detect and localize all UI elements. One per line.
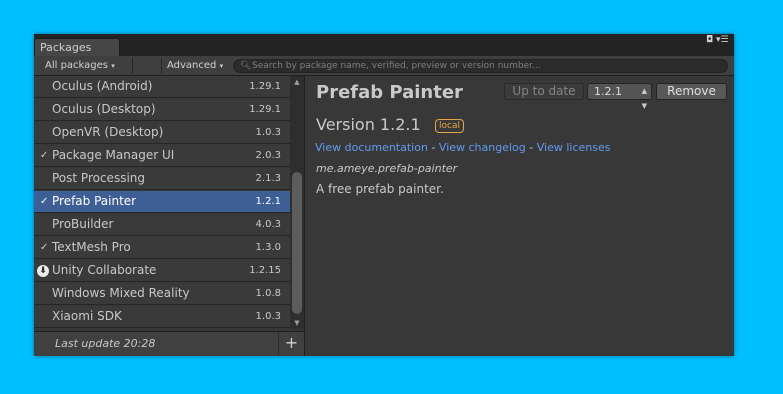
package-name: ProBuilder: [52, 217, 114, 231]
local-badge: local: [435, 119, 464, 133]
package-version: 1.0.3: [255, 311, 281, 322]
scroll-down-icon[interactable]: ▼: [290, 317, 304, 329]
version-select-value: 1.2.1: [594, 85, 622, 98]
add-package-button[interactable]: +: [278, 332, 304, 356]
package-version: 1.2.15: [249, 265, 281, 276]
package-list-scrollbar[interactable]: ▲ ▼: [290, 76, 304, 329]
search-icon: 🔍︎: [240, 61, 252, 71]
package-version: 2.0.3: [255, 150, 281, 161]
package-row[interactable]: ✓ TextMesh Pro 1.3.0: [34, 237, 290, 259]
package-name: Windows Mixed Reality: [52, 286, 190, 300]
package-version: 2.1.3: [255, 173, 281, 184]
up-to-date-button: Up to date: [504, 83, 584, 100]
package-version: 1.2.1: [255, 196, 281, 207]
toolbar-separator: [132, 58, 133, 74]
package-title: Prefab Painter: [316, 82, 463, 103]
package-details: Prefab Painter Up to date 1.2.1 ▲ ▼ Remov…: [305, 76, 734, 356]
package-list: Oculus (Android) 1.29.1 Oculus (Desktop)…: [34, 76, 290, 329]
chevron-down-icon: ▾: [219, 62, 224, 70]
package-row[interactable]: Oculus (Android) 1.29.1: [34, 76, 290, 98]
package-name: Post Processing: [52, 171, 145, 185]
version-select[interactable]: 1.2.1 ▲ ▼: [587, 83, 652, 110]
package-row[interactable]: Oculus (Desktop) 1.29.1: [34, 99, 290, 121]
toolbar: All packages ▾ Advanced ▾ 🔍︎: [34, 56, 734, 76]
package-description: A free prefab painter.: [316, 182, 444, 196]
package-row-selected[interactable]: ✓ Prefab Painter 1.2.1: [34, 191, 290, 213]
package-links: View documentation - View changelog - Vi…: [315, 141, 610, 154]
link-separator: -: [529, 141, 534, 154]
package-name: Oculus (Desktop): [52, 102, 156, 116]
stepper-arrows-icon: ▲ ▼: [641, 87, 647, 110]
link-separator: -: [431, 141, 436, 154]
package-name: TextMesh Pro: [52, 240, 131, 254]
package-id: me.ameye.prefab-painter: [316, 162, 458, 175]
scroll-thumb[interactable]: [292, 172, 302, 314]
toolbar-separator: [161, 58, 162, 74]
package-name: Package Manager UI: [52, 148, 175, 162]
download-icon: ⬇: [37, 265, 49, 277]
package-name: Xiaomi SDK: [52, 309, 122, 323]
advanced-dropdown-label: Advanced: [167, 60, 217, 71]
package-row[interactable]: ProBuilder 4.0.3: [34, 214, 290, 236]
package-name: Prefab Painter: [52, 194, 137, 208]
package-manager-window: Packages ◘ ▾☰ All packages ▾ Advanced ▾ …: [34, 34, 734, 356]
maximize-icon[interactable]: ◘: [706, 36, 713, 45]
filter-dropdown-label: All packages: [45, 60, 109, 71]
package-version: 4.0.3: [255, 219, 281, 230]
advanced-dropdown[interactable]: Advanced ▾: [167, 58, 223, 73]
search-input[interactable]: [252, 60, 712, 72]
window-menu-icon[interactable]: ▾☰: [716, 36, 729, 45]
package-version: 1.3.0: [255, 242, 281, 253]
filter-dropdown[interactable]: All packages ▾: [45, 58, 115, 73]
package-name: Unity Collaborate: [52, 263, 157, 277]
remove-button[interactable]: Remove: [656, 83, 727, 100]
installed-check-icon: ✓: [40, 196, 49, 207]
view-documentation-link[interactable]: View documentation: [315, 141, 428, 154]
last-update-status: Last update 20:28: [55, 337, 156, 350]
package-version: 1.29.1: [249, 81, 281, 92]
package-row[interactable]: OpenVR (Desktop) 1.0.3: [34, 122, 290, 144]
installed-check-icon: ✓: [40, 150, 49, 161]
package-row[interactable]: Windows Mixed Reality 1.0.8: [34, 283, 290, 305]
view-changelog-link[interactable]: View changelog: [439, 141, 526, 154]
search-field[interactable]: 🔍︎: [233, 59, 728, 73]
package-name: Oculus (Android): [52, 79, 153, 93]
package-row[interactable]: ⬇ Unity Collaborate 1.2.15: [34, 260, 290, 282]
installed-check-icon: ✓: [40, 242, 49, 253]
package-version: 1.29.1: [249, 104, 281, 115]
tab-bar: Packages ◘ ▾☰: [34, 34, 734, 56]
list-footer: Last update 20:28 +: [34, 331, 304, 356]
package-row[interactable]: Post Processing 2.1.3: [34, 168, 290, 190]
version-heading: Version 1.2.1: [316, 115, 421, 134]
package-version: 1.0.3: [255, 127, 281, 138]
package-row[interactable]: Xiaomi SDK 1.0.3: [34, 306, 290, 328]
view-licenses-link[interactable]: View licenses: [537, 141, 611, 154]
package-row[interactable]: ✓ Package Manager UI 2.0.3: [34, 145, 290, 167]
package-name: OpenVR (Desktop): [52, 125, 164, 139]
scroll-up-icon[interactable]: ▲: [290, 76, 304, 88]
chevron-down-icon: ▾: [111, 62, 115, 70]
tab-packages[interactable]: Packages: [34, 38, 120, 56]
package-version: 1.0.8: [255, 288, 281, 299]
